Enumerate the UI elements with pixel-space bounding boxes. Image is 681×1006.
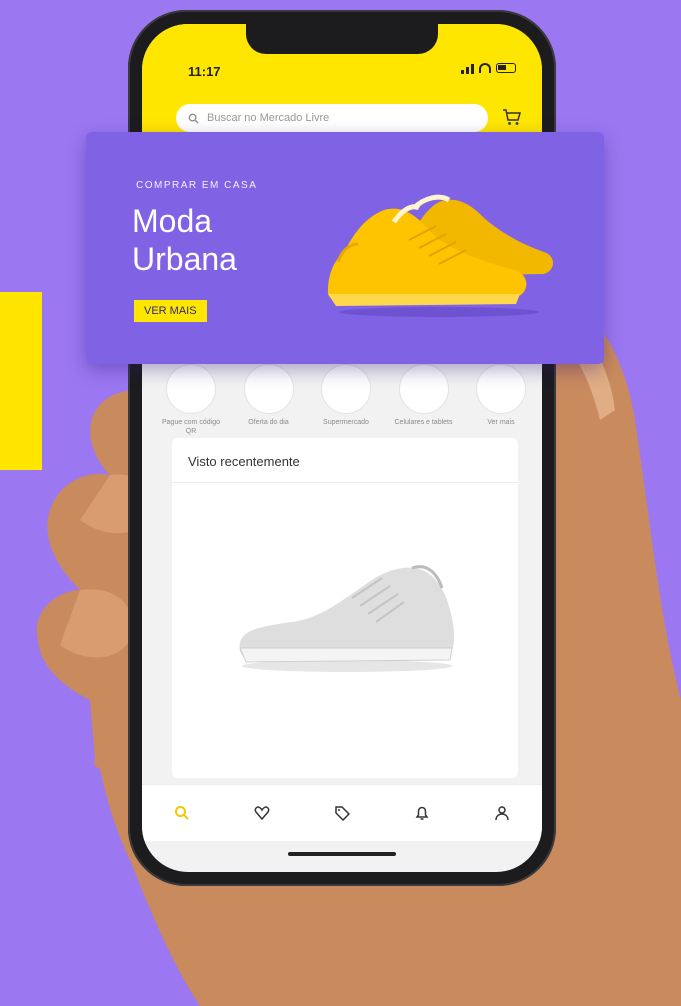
search-icon[interactable] xyxy=(174,805,190,821)
promo-banner[interactable]: COMPRAR EM CASA Moda Urbana VER MAIS xyxy=(86,132,604,364)
offer-icon xyxy=(243,364,294,414)
ver-mais-button[interactable]: VER MAIS xyxy=(134,300,207,322)
sneaker-image xyxy=(239,565,455,672)
category-row: Pague com código QR Oferta do dia Superm… xyxy=(156,364,536,436)
recently-viewed-title: Visto recentemente xyxy=(188,454,300,469)
category-label: Oferta do dia xyxy=(248,419,289,426)
phone-icon xyxy=(398,364,449,414)
more-icon xyxy=(476,364,526,414)
yellow-sneaker-image xyxy=(327,194,553,317)
category-label: Ver mais xyxy=(487,419,515,426)
tag-icon[interactable] xyxy=(334,805,350,821)
recently-viewed-card[interactable]: Visto recentemente xyxy=(172,438,518,778)
category-item[interactable]: Ver mais xyxy=(466,364,536,436)
heart-icon[interactable] xyxy=(254,805,270,821)
status-icons xyxy=(461,62,516,74)
category-item[interactable]: Supermercado xyxy=(311,364,381,436)
bottom-nav xyxy=(142,784,542,841)
phone-notch xyxy=(246,24,438,54)
category-label: Supermercado xyxy=(323,419,369,426)
home-indicator xyxy=(288,852,396,856)
signal-icon xyxy=(461,62,474,74)
category-label: Celulares e tablets xyxy=(394,419,453,426)
category-item[interactable]: Oferta do dia xyxy=(234,364,304,436)
battery-icon xyxy=(496,63,516,73)
cart-icon[interactable] xyxy=(502,108,522,126)
search-input[interactable]: Buscar no Mercado Livre xyxy=(176,104,488,132)
bell-icon[interactable] xyxy=(414,805,430,821)
supermarket-icon xyxy=(321,364,371,414)
search-icon xyxy=(188,113,199,124)
banner-title: Moda Urbana xyxy=(132,202,292,278)
divider xyxy=(172,482,518,483)
banner-title-line1: Moda xyxy=(132,203,213,239)
qr-code-icon xyxy=(166,364,216,414)
search-placeholder: Buscar no Mercado Livre xyxy=(207,112,330,124)
user-icon[interactable] xyxy=(494,805,510,821)
banner-eyebrow: COMPRAR EM CASA xyxy=(136,180,258,191)
category-item[interactable]: Celulares e tablets xyxy=(389,364,459,436)
category-label: Pague com código QR xyxy=(162,419,220,435)
category-item[interactable]: Pague com código QR xyxy=(156,364,226,436)
status-time: 11:17 xyxy=(188,64,221,79)
wifi-icon xyxy=(479,63,491,73)
banner-title-line2: Urbana xyxy=(132,241,237,277)
